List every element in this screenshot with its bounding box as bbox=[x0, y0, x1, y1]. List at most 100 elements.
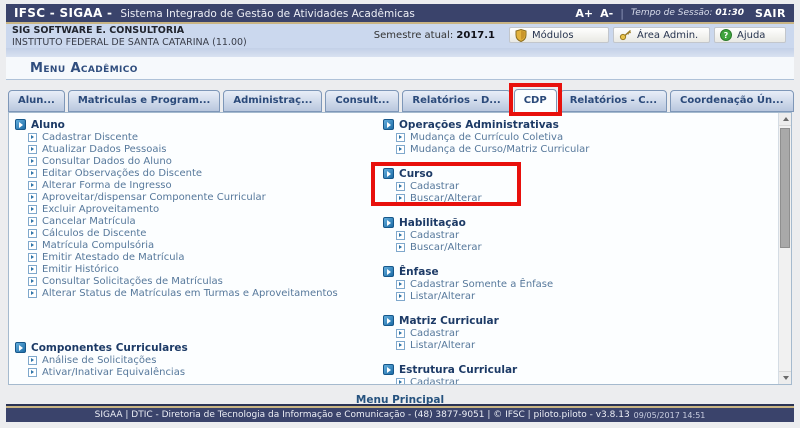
section-header: Operações Administrativas bbox=[383, 118, 773, 131]
institution-name: INSTITUTO FEDERAL DE SANTA CATARINA (11.… bbox=[12, 37, 247, 48]
item-arrow-icon bbox=[28, 157, 37, 166]
tab-consult[interactable]: Consult... bbox=[325, 90, 399, 112]
tab-matriculas-e-program[interactable]: Matriculas e Program... bbox=[68, 90, 221, 112]
menu-item-ativar-inativar-equivalencias[interactable]: Ativar/Inativar Equivalências bbox=[15, 366, 377, 378]
font-decrease-button[interactable]: A- bbox=[600, 7, 613, 20]
section-bullet-icon bbox=[15, 119, 26, 130]
item-arrow-icon bbox=[396, 378, 405, 386]
section-title: Operações Administrativas bbox=[399, 119, 559, 131]
font-increase-button[interactable]: A+ bbox=[575, 7, 593, 20]
item-arrow-icon bbox=[28, 205, 37, 214]
menu-item-mudanca-de-curriculo-coletiva[interactable]: Mudança de Currículo Coletiva bbox=[383, 131, 773, 143]
menu-item-alterar-status-de-matriculas-em-turmas-e-aproveitamentos[interactable]: Alterar Status de Matrículas em Turmas e… bbox=[15, 287, 377, 299]
modules-button[interactable]: Módulos bbox=[509, 27, 609, 43]
item-arrow-icon bbox=[28, 193, 37, 202]
scrollbar-thumb[interactable] bbox=[780, 128, 790, 248]
menu-item-label: Cancelar Matrícula bbox=[42, 216, 136, 227]
item-arrow-icon bbox=[28, 265, 37, 274]
item-arrow-icon bbox=[396, 133, 405, 142]
menu-item-cadastrar-somente-a-enfase[interactable]: Cadastrar Somente a Ênfase bbox=[383, 278, 773, 290]
menu-item-mudanca-de-curso-matriz-curricular[interactable]: Mudança de Curso/Matriz Curricular bbox=[383, 143, 773, 155]
section-bullet-icon bbox=[15, 342, 26, 353]
menu-item-label: Atualizar Dados Pessoais bbox=[42, 144, 166, 155]
section-header: Estrutura Curricular bbox=[383, 363, 773, 376]
menu-item-listar-alterar[interactable]: Listar/Alterar bbox=[383, 339, 773, 351]
menu-section-operacoes-administrativas: Operações AdministrativasMudança de Curr… bbox=[383, 118, 773, 155]
menu-item-cadastrar[interactable]: Cadastrar bbox=[383, 376, 773, 385]
menu-item-cancelar-matricula[interactable]: Cancelar Matrícula bbox=[15, 215, 377, 227]
menu-item-label: Emitir Atestado de Matrícula bbox=[42, 252, 184, 263]
menu-section-aluno: AlunoCadastrar DiscenteAtualizar Dados P… bbox=[15, 118, 377, 299]
section-bullet-icon bbox=[383, 119, 394, 130]
tab-relatorios-c[interactable]: Relatórios - C... bbox=[560, 90, 667, 112]
menu-item-excluir-aproveitamento[interactable]: Excluir Aproveitamento bbox=[15, 203, 377, 215]
menu-item-label: Cadastrar Discente bbox=[42, 132, 138, 143]
menu-content-panel: AlunoCadastrar DiscenteAtualizar Dados P… bbox=[8, 112, 792, 385]
item-arrow-icon bbox=[28, 356, 37, 365]
menu-item-consultar-dados-do-aluno[interactable]: Consultar Dados do Aluno bbox=[15, 155, 377, 167]
menu-item-cadastrar[interactable]: Cadastrar bbox=[383, 229, 773, 241]
tab-administrac[interactable]: Administraç... bbox=[223, 90, 322, 112]
section-title: Ênfase bbox=[399, 266, 439, 278]
menu-item-consultar-solicitacoes-de-matriculas[interactable]: Consultar Solicitações de Matrículas bbox=[15, 275, 377, 287]
item-arrow-icon bbox=[396, 292, 405, 301]
menu-item-label: Ativar/Inativar Equivalências bbox=[42, 367, 185, 378]
scroll-up-button[interactable] bbox=[779, 113, 792, 126]
footer-timestamp: 09/05/2017 14:51 bbox=[634, 411, 706, 420]
item-arrow-icon bbox=[28, 277, 37, 286]
menu-section-habilitacao: HabilitaçãoCadastrarBuscar/Alterar bbox=[383, 216, 773, 253]
item-arrow-icon bbox=[396, 329, 405, 338]
vertical-scrollbar[interactable] bbox=[778, 113, 791, 384]
menu-item-alterar-forma-de-ingresso[interactable]: Alterar Forma de Ingresso bbox=[15, 179, 377, 191]
section-header: Ênfase bbox=[383, 265, 773, 278]
header-separator-band bbox=[6, 48, 794, 57]
menu-item-editar-observacoes-do-discente[interactable]: Editar Observações do Discente bbox=[15, 167, 377, 179]
admin-area-button-label: Área Admin. bbox=[637, 30, 698, 41]
scroll-down-button[interactable] bbox=[779, 371, 792, 384]
item-arrow-icon bbox=[28, 368, 37, 377]
menu-item-buscar-alterar[interactable]: Buscar/Alterar bbox=[383, 192, 773, 204]
item-arrow-icon bbox=[28, 289, 37, 298]
help-button[interactable]: ? Ajuda bbox=[714, 27, 786, 43]
svg-text:?: ? bbox=[724, 31, 729, 40]
menu-item-matricula-compulsoria[interactable]: Matrícula Compulsória bbox=[15, 239, 377, 251]
menu-item-atualizar-dados-pessoais[interactable]: Atualizar Dados Pessoais bbox=[15, 143, 377, 155]
section-bullet-icon bbox=[383, 266, 394, 277]
section-header: Curso bbox=[383, 167, 773, 180]
section-bullet-icon bbox=[383, 217, 394, 228]
menu-item-emitir-atestado-de-matricula[interactable]: Emitir Atestado de Matrícula bbox=[15, 251, 377, 263]
tab-cdp[interactable]: CDP bbox=[514, 89, 557, 113]
menu-section-matriz-curricular: Matriz CurricularCadastrarListar/Alterar bbox=[383, 314, 773, 351]
menu-item-cadastrar-discente[interactable]: Cadastrar Discente bbox=[15, 131, 377, 143]
menu-item-calculos-de-discente[interactable]: Cálculos de Discente bbox=[15, 227, 377, 239]
menu-item-label: Emitir Histórico bbox=[42, 264, 119, 275]
section-header: Habilitação bbox=[383, 216, 773, 229]
tab-relatorios-d[interactable]: Relatórios - D... bbox=[402, 90, 510, 112]
footer-bar: SIGAA | DTIC - Diretoria de Tecnologia d… bbox=[6, 408, 794, 422]
menu-item-label: Cadastrar bbox=[410, 328, 459, 339]
menu-item-label: Cadastrar bbox=[410, 230, 459, 241]
session-timer: Tempo de Sessão: 01:30 bbox=[631, 8, 744, 18]
current-semester: Semestre atual: 2017.1 bbox=[374, 30, 495, 41]
tab-alun[interactable]: Alun... bbox=[8, 90, 65, 112]
menu-item-listar-alterar[interactable]: Listar/Alterar bbox=[383, 290, 773, 302]
logout-button[interactable]: SAIR bbox=[755, 7, 786, 20]
menu-item-cadastrar[interactable]: Cadastrar bbox=[383, 327, 773, 339]
menu-item-aproveitar-dispensar-componente-curricular[interactable]: Aproveitar/dispensar Componente Curricul… bbox=[15, 191, 377, 203]
chevron-down-icon bbox=[783, 376, 789, 383]
menu-item-buscar-alterar[interactable]: Buscar/Alterar bbox=[383, 241, 773, 253]
menu-item-emitir-historico[interactable]: Emitir Histórico bbox=[15, 263, 377, 275]
item-arrow-icon bbox=[28, 241, 37, 250]
chevron-up-icon bbox=[783, 114, 789, 121]
menu-item-label: Consultar Dados do Aluno bbox=[42, 156, 172, 167]
menu-item-label: Análise de Solicitações bbox=[42, 355, 156, 366]
user-name: SIG SOFTWARE E. CONSULTORIA bbox=[12, 25, 247, 36]
section-title: Matriz Curricular bbox=[399, 315, 499, 327]
menu-item-analise-de-solicitacoes[interactable]: Análise de Solicitações bbox=[15, 354, 377, 366]
menu-item-label: Consultar Solicitações de Matrículas bbox=[42, 276, 223, 287]
admin-area-button[interactable]: Área Admin. bbox=[613, 27, 710, 43]
menu-item-cadastrar[interactable]: Cadastrar bbox=[383, 180, 773, 192]
tab-coordenacao-un[interactable]: Coordenação Ún... bbox=[670, 90, 793, 112]
modules-button-label: Módulos bbox=[532, 30, 574, 41]
item-arrow-icon bbox=[396, 341, 405, 350]
